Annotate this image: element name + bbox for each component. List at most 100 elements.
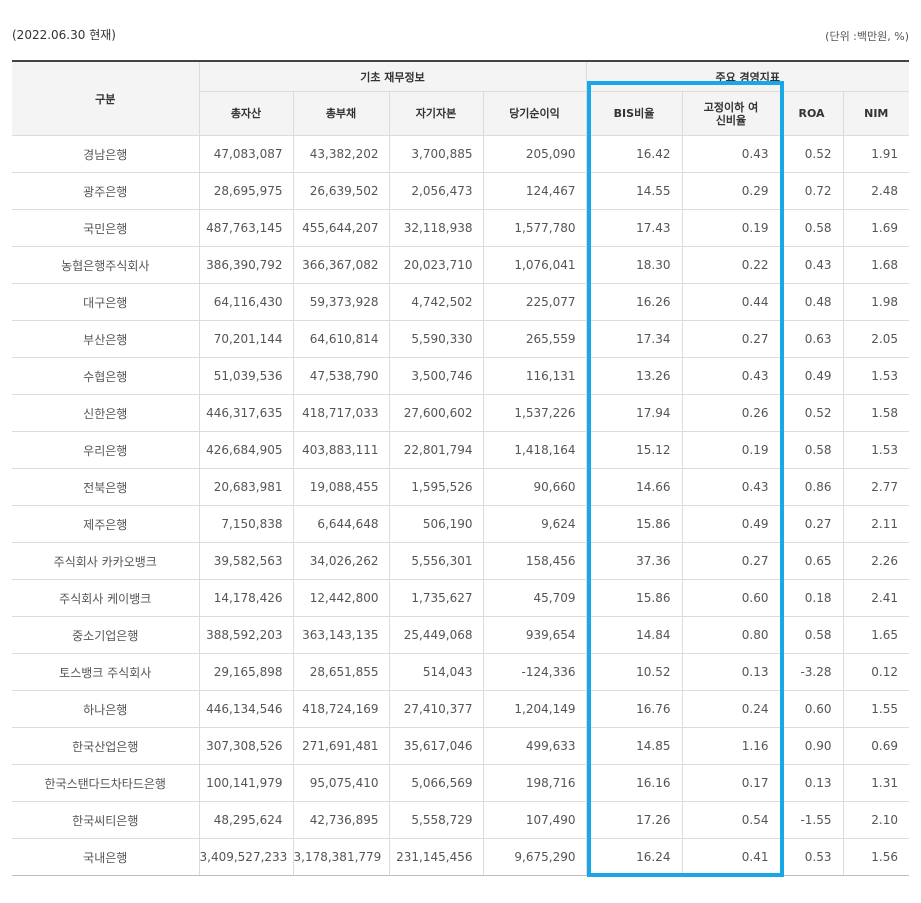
equity-cell: 27,410,377	[389, 690, 484, 728]
table-caption-bar: (2022.06.30 현재) (단위 :백만원, %)	[0, 26, 921, 46]
total-assets-cell: 386,390,792	[199, 246, 294, 284]
npl-ratio-cell: 0.44	[682, 283, 781, 321]
net-income-cell: 1,204,149	[483, 690, 587, 728]
nim-cell: 1.56	[843, 838, 909, 876]
bank-name: 주식회사 케이뱅크	[12, 579, 200, 617]
col-total-assets: 총자산	[199, 91, 294, 136]
bank-name: 수협은행	[12, 357, 200, 395]
npl-ratio-cell: 0.26	[682, 394, 781, 432]
table-row: 한국산업은행 307,308,526 271,691,481 35,617,046 49…	[12, 727, 909, 765]
roa-cell: 0.49	[780, 357, 844, 395]
equity-cell: 25,449,068	[389, 616, 484, 654]
bank-name: 한국산업은행	[12, 727, 200, 765]
net-income-cell: 90,660	[483, 468, 587, 506]
total-assets-cell: 426,684,905	[199, 431, 294, 469]
nim-cell: 0.12	[843, 653, 909, 691]
col-net-income: 당기순이익	[483, 91, 587, 136]
col-nim: NIM	[843, 91, 909, 136]
total-assets-cell: 39,582,563	[199, 542, 294, 580]
unit-label: (단위 :백만원, %)	[825, 30, 909, 43]
equity-cell: 514,043	[389, 653, 484, 691]
bis-ratio-cell: 14.84	[586, 616, 683, 654]
total-liabilities-cell: 363,143,135	[293, 616, 390, 654]
npl-ratio-cell: 0.17	[682, 764, 781, 802]
equity-cell: 5,590,330	[389, 320, 484, 358]
equity-cell: 3,700,885	[389, 135, 484, 173]
net-income-cell: 939,654	[483, 616, 587, 654]
bis-ratio-cell: 15.86	[586, 505, 683, 543]
total-liabilities-cell: 418,717,033	[293, 394, 390, 432]
total-liabilities-cell: 366,367,082	[293, 246, 390, 284]
bis-ratio-cell: 16.24	[586, 838, 683, 876]
nim-cell: 1.53	[843, 357, 909, 395]
table-row: 신한은행 446,317,635 418,717,033 27,600,602 1,53…	[12, 394, 909, 432]
npl-ratio-cell: 0.49	[682, 505, 781, 543]
bank-indicators-table: 구분 기초 재무정보 주요 경영지표 총자산 총부채 자기자본 당기순이익 BI…	[12, 60, 909, 876]
equity-cell: 506,190	[389, 505, 484, 543]
table-row: 국민은행 487,763,145 455,644,207 32,118,938 1,57…	[12, 209, 909, 247]
roa-cell: 0.52	[780, 135, 844, 173]
total-assets-cell: 388,592,203	[199, 616, 294, 654]
total-assets-cell: 3,409,527,233	[199, 838, 294, 876]
npl-ratio-cell: 0.22	[682, 246, 781, 284]
nim-cell: 2.11	[843, 505, 909, 543]
total-liabilities-cell: 3,178,381,779	[293, 838, 390, 876]
net-income-cell: 45,709	[483, 579, 587, 617]
net-income-cell: 225,077	[483, 283, 587, 321]
npl-ratio-cell: 0.27	[682, 542, 781, 580]
equity-cell: 5,558,729	[389, 801, 484, 839]
bank-name: 대구은행	[12, 283, 200, 321]
total-liabilities-cell: 6,644,648	[293, 505, 390, 543]
total-liabilities-cell: 95,075,410	[293, 764, 390, 802]
total-assets-cell: 64,116,430	[199, 283, 294, 321]
nim-cell: 2.77	[843, 468, 909, 506]
roa-cell: 0.53	[780, 838, 844, 876]
roa-cell: 0.58	[780, 616, 844, 654]
equity-cell: 5,556,301	[389, 542, 484, 580]
table-row: 우리은행 426,684,905 403,883,111 22,801,794 1,41…	[12, 431, 909, 469]
roa-cell: 0.72	[780, 172, 844, 210]
bis-ratio-cell: 16.42	[586, 135, 683, 173]
equity-cell: 1,595,526	[389, 468, 484, 506]
total-liabilities-cell: 418,724,169	[293, 690, 390, 728]
npl-ratio-cell: 0.13	[682, 653, 781, 691]
bis-ratio-cell: 17.43	[586, 209, 683, 247]
table-row: 부산은행 70,201,144 64,610,814 5,590,330 265,559…	[12, 320, 909, 358]
bank-name: 토스뱅크 주식회사	[12, 653, 200, 691]
roa-cell: 0.48	[780, 283, 844, 321]
roa-cell: 0.86	[780, 468, 844, 506]
nim-cell: 0.69	[843, 727, 909, 765]
roa-cell: -3.28	[780, 653, 844, 691]
npl-ratio-cell: 0.80	[682, 616, 781, 654]
total-liabilities-cell: 34,026,262	[293, 542, 390, 580]
npl-ratio-cell: 0.19	[682, 431, 781, 469]
npl-ratio-cell: 0.24	[682, 690, 781, 728]
table-row: 한국씨티은행 48,295,624 42,736,895 5,558,729 107,4…	[12, 801, 909, 839]
npl-ratio-cell: 0.27	[682, 320, 781, 358]
bank-name: 우리은행	[12, 431, 200, 469]
net-income-cell: 9,675,290	[483, 838, 587, 876]
npl-ratio-cell: 0.43	[682, 468, 781, 506]
table-row: 농협은행주식회사 386,390,792 366,367,082 20,023,710…	[12, 246, 909, 284]
bank-name: 부산은행	[12, 320, 200, 358]
total-liabilities-cell: 26,639,502	[293, 172, 390, 210]
roa-cell: 0.60	[780, 690, 844, 728]
bis-ratio-cell: 16.16	[586, 764, 683, 802]
equity-cell: 20,023,710	[389, 246, 484, 284]
roa-cell: 0.52	[780, 394, 844, 432]
roa-cell: 0.58	[780, 431, 844, 469]
equity-cell: 231,145,456	[389, 838, 484, 876]
table-row: 수협은행 51,039,536 47,538,790 3,500,746 116,131…	[12, 357, 909, 395]
bank-name: 전북은행	[12, 468, 200, 506]
roa-cell: 0.13	[780, 764, 844, 802]
equity-cell: 5,066,569	[389, 764, 484, 802]
roa-cell: 0.43	[780, 246, 844, 284]
bank-name: 하나은행	[12, 690, 200, 728]
bank-name: 한국스탠다드차타드은행	[12, 764, 200, 802]
table-row: 제주은행 7,150,838 6,644,648 506,190 9,624 15.86 0…	[12, 505, 909, 543]
equity-cell: 3,500,746	[389, 357, 484, 395]
table-row: 광주은행 28,695,975 26,639,502 2,056,473 124,467…	[12, 172, 909, 210]
table-row: 주식회사 케이뱅크 14,178,426 12,442,800 1,735,627 45…	[12, 579, 909, 617]
bank-name: 국내은행	[12, 838, 200, 876]
bis-ratio-cell: 14.55	[586, 172, 683, 210]
